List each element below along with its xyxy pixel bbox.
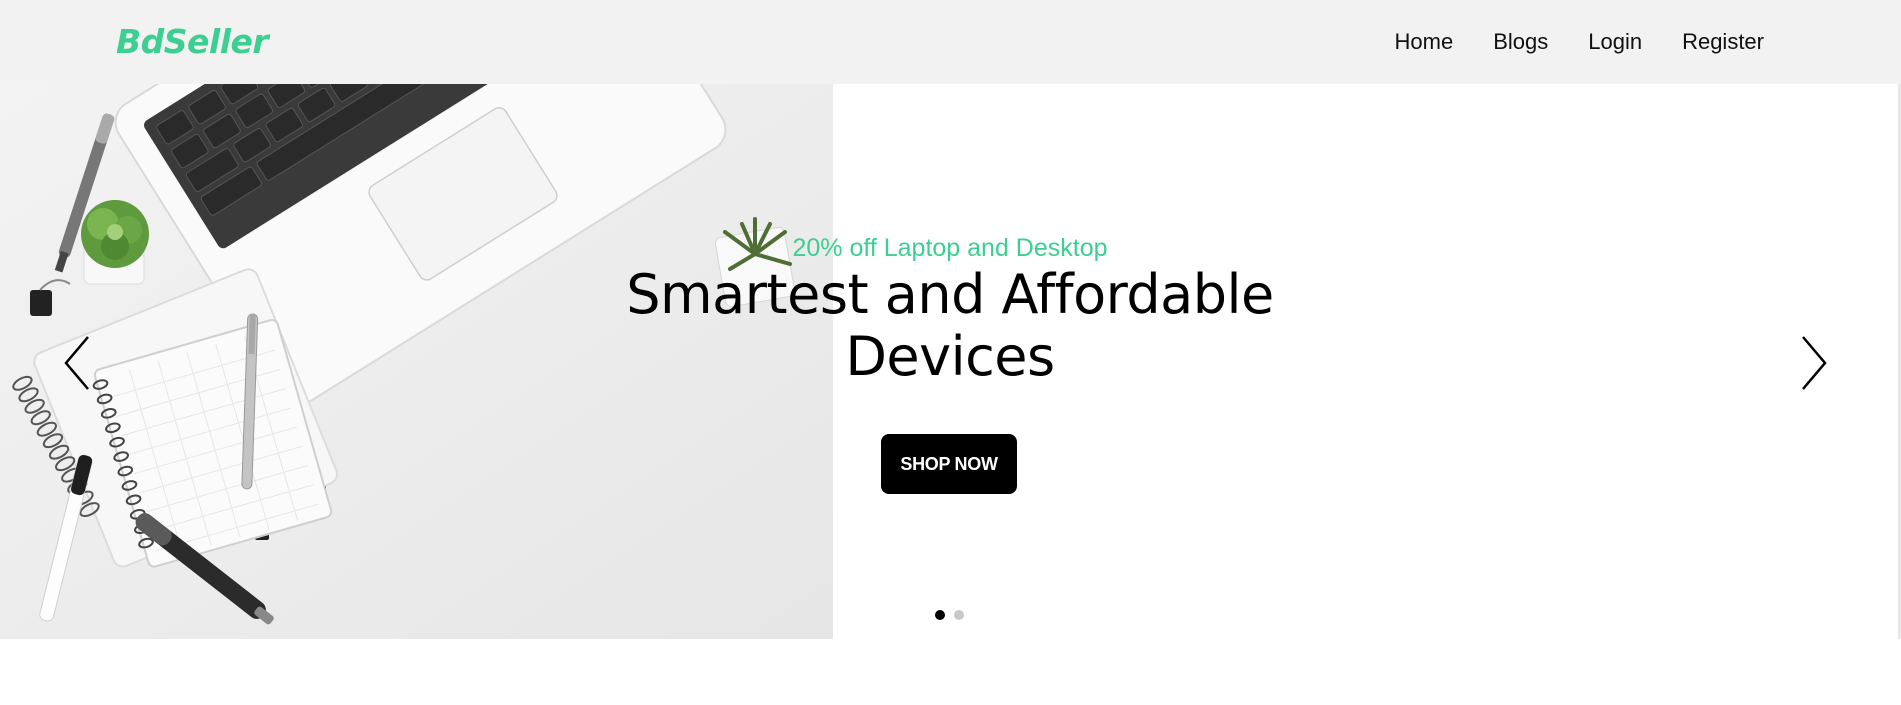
chevron-right-icon: [1802, 336, 1827, 390]
nav-link-blogs[interactable]: Blogs: [1493, 28, 1548, 56]
carousel-dot-2[interactable]: [954, 610, 964, 620]
brand-logo[interactable]: BdSeller: [116, 20, 269, 64]
carousel-next-button[interactable]: [1797, 333, 1837, 393]
nav-link-login[interactable]: Login: [1588, 28, 1642, 56]
slide-title-line1: Smartest and Affordable: [626, 263, 1274, 326]
carousel-prev-button[interactable]: [60, 333, 100, 393]
page-below-hero: [0, 639, 1901, 705]
main-nav: Home Blogs Login Register: [1395, 28, 1765, 56]
nav-link-home[interactable]: Home: [1395, 28, 1454, 56]
slide-title-line2: Devices: [845, 325, 1055, 388]
shop-now-button[interactable]: SHOP NOW: [881, 434, 1017, 494]
carousel-indicators: [935, 610, 964, 620]
slide-title: Smartest and Affordable Devices: [600, 264, 1300, 388]
chevron-left-icon: [64, 336, 89, 390]
slide-tagline: 20% off Laptop and Desktop: [792, 234, 1108, 262]
slide-content: 20% off Laptop and Desktop Smartest and …: [600, 84, 1300, 639]
navbar: BdSeller Home Blogs Login Register: [0, 0, 1901, 84]
hero-carousel: 20% off Laptop and Desktop Smartest and …: [0, 84, 1898, 639]
nav-link-register[interactable]: Register: [1682, 28, 1764, 56]
carousel-dot-1[interactable]: [935, 610, 945, 620]
